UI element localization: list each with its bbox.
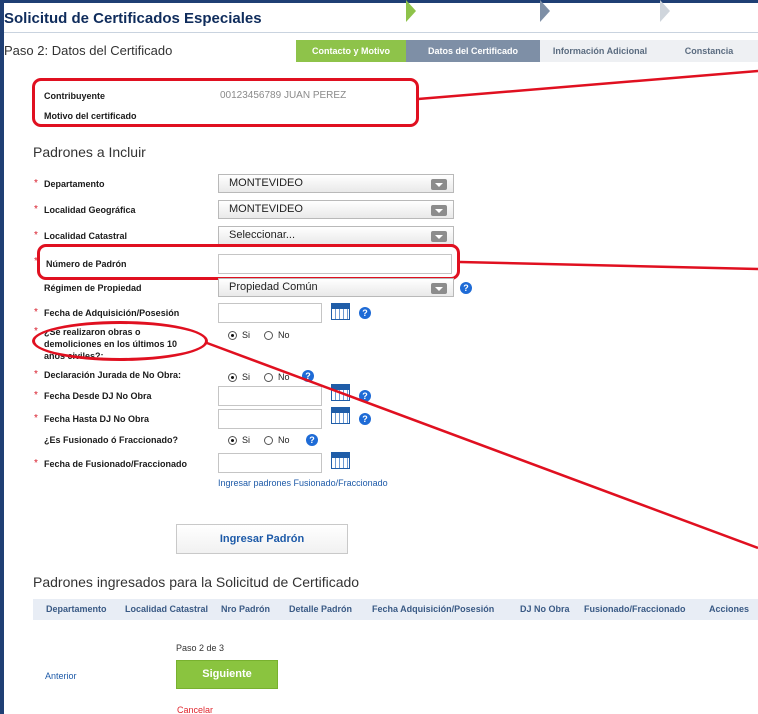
annotation-arrow [417,69,758,101]
annotation-arrow [206,341,758,550]
annotation-arrows [206,69,758,550]
annotation-arrow [459,260,758,271]
